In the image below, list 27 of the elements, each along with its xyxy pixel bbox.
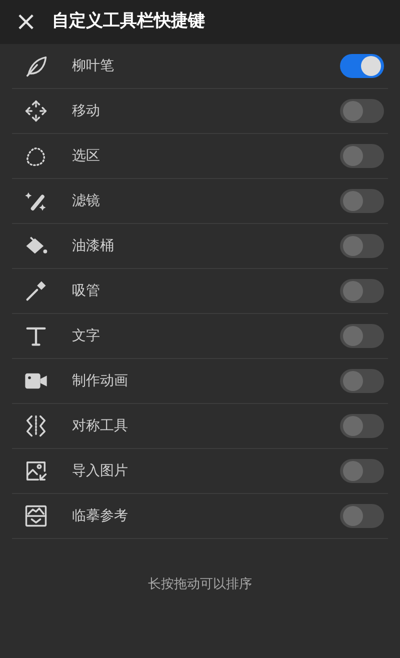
toggle-switch[interactable] bbox=[340, 144, 384, 168]
toggle-switch[interactable] bbox=[340, 54, 384, 78]
toggle-switch[interactable] bbox=[340, 324, 384, 348]
hint-text: 长按拖动可以排序 bbox=[147, 576, 253, 594]
tool-label: 移动 bbox=[72, 102, 101, 120]
window-title: 自定义工具栏快捷键 bbox=[52, 10, 205, 34]
toggle-switch[interactable] bbox=[340, 189, 384, 213]
tool-label: 滤镜 bbox=[72, 192, 101, 210]
move-icon bbox=[23, 98, 49, 124]
tool-label: 制作动画 bbox=[72, 372, 129, 390]
toggle-switch[interactable] bbox=[340, 234, 384, 258]
toggle-switch[interactable] bbox=[340, 504, 384, 528]
toggle-switch[interactable] bbox=[340, 99, 384, 123]
toggle-switch[interactable] bbox=[340, 459, 384, 483]
tool-label: 对称工具 bbox=[72, 416, 129, 436]
tool-label: 吸管 bbox=[72, 282, 101, 300]
close-button[interactable]: × bbox=[12, 9, 40, 35]
toggle-switch[interactable] bbox=[340, 279, 384, 303]
tool-label: 选区 bbox=[72, 146, 101, 166]
tool-label: 柳叶笔 bbox=[72, 56, 115, 76]
tool-label: 文字 bbox=[72, 326, 101, 346]
toggle-switch[interactable] bbox=[340, 369, 384, 393]
toggle-switch[interactable] bbox=[340, 414, 384, 438]
tool-label: 临摹参考 bbox=[72, 506, 129, 526]
tool-label: 油漆桶 bbox=[72, 236, 115, 256]
tool-label: 导入图片 bbox=[72, 462, 129, 480]
reference-image-icon bbox=[23, 503, 49, 529]
